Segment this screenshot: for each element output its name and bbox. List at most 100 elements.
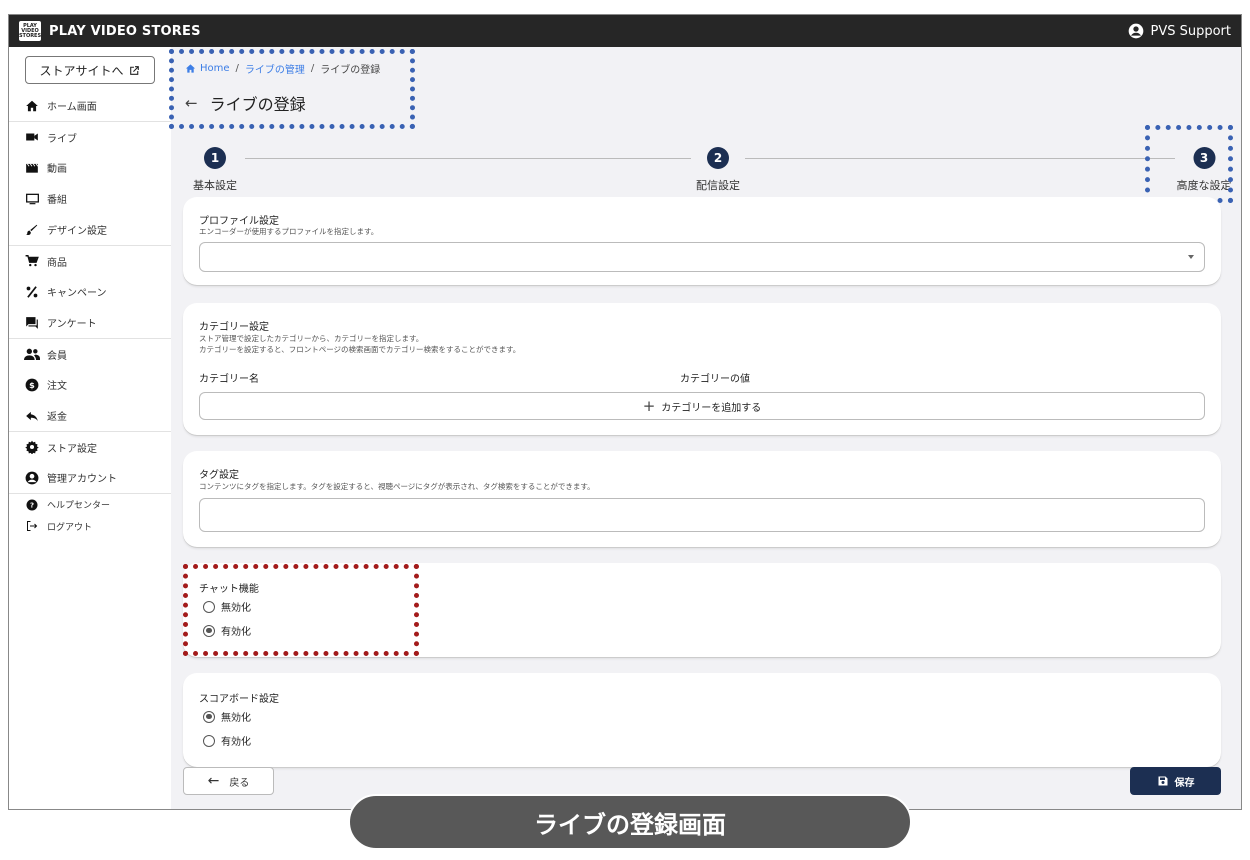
sidebar-item-live[interactable]: ライブ [9, 121, 171, 152]
gear-icon [23, 438, 41, 456]
profile-title: プロファイル設定 [199, 216, 279, 227]
cart-icon [23, 252, 41, 270]
videocam-icon [23, 128, 41, 146]
sidebar-item-label: ホーム画面 [47, 102, 97, 113]
sidebar-item-label: 注文 [47, 381, 67, 392]
sidebar-item-label: 動画 [47, 164, 67, 175]
tags-card: タグ設定 コンテンツにタグを指定します。タグを設定すると、視聴ページにタグが表示… [183, 451, 1221, 547]
sidebar-item-label: ライブ [47, 133, 77, 145]
sidebar-item-program[interactable]: 番組 [9, 183, 171, 214]
sidebar-item-home[interactable]: ホーム画面 [9, 90, 171, 121]
sidebar-item-label: デザイン設定 [47, 226, 107, 237]
save-icon [1158, 776, 1167, 786]
sidebar-item-survey[interactable]: アンケート [9, 307, 171, 338]
step-delivery[interactable]: 2 配信設定 [696, 147, 740, 193]
sidebar-item-design[interactable]: デザイン設定 [9, 214, 171, 245]
add-category-button[interactable]: + カテゴリーを追加する [199, 392, 1205, 420]
sidebar-item-label: 商品 [47, 257, 67, 269]
step-label: 配信設定 [696, 179, 740, 192]
top-bar: PLAY VIDEO STORES PLAY VIDEO STORES PVS … [9, 15, 1241, 47]
percent-icon [23, 283, 41, 301]
app-title: PLAY VIDEO STORES [49, 23, 201, 39]
stepper: 1 基本設定 2 配信設定 3 高度な設定 [193, 147, 1241, 197]
people-icon [23, 345, 41, 363]
account-circle-icon [1129, 23, 1144, 39]
sidebar-item-products[interactable]: 商品 [9, 245, 171, 276]
category-title: カテゴリー設定 [199, 322, 269, 333]
tags-title: タグ設定 [199, 470, 239, 481]
arrow-left-icon: ← [207, 773, 220, 789]
sidebar-item-orders[interactable]: $ 注文 [9, 369, 171, 400]
back-button-label: 戻る [229, 777, 250, 789]
sidebar-nav: ホーム画面 ライブ 動画 番組 デザイン設定 商品 キャンペーン アンケート 会… [9, 90, 171, 537]
step-basic[interactable]: 1 基本設定 [193, 147, 237, 193]
scoreboard-option-on[interactable]: 有効化 [203, 733, 251, 748]
profile-card: プロファイル設定 エンコーダーが使用するプロファイルを指定します。 [183, 197, 1221, 285]
sidebar-item-label: 返金 [47, 412, 67, 423]
store-site-button[interactable]: ストアサイトへ [25, 56, 155, 84]
category-column-value: カテゴリーの値 [680, 374, 750, 385]
sidebar-item-logout[interactable]: ログアウト [9, 515, 171, 537]
sidebar-item-video[interactable]: 動画 [9, 152, 171, 183]
scoreboard-option-off[interactable]: 無効化 [203, 709, 251, 724]
scoreboard-card: スコアボード設定 無効化 有効化 [183, 673, 1221, 767]
tags-input[interactable] [199, 498, 1205, 532]
logo: PLAY VIDEO STORES [19, 21, 41, 41]
back-button[interactable]: ← 戻る [183, 767, 274, 795]
step-number: 1 [204, 147, 226, 169]
logout-icon [23, 517, 41, 535]
scoreboard-option-on-label: 有効化 [221, 737, 251, 748]
caret-down-icon [1188, 255, 1194, 259]
radio-selected[interactable] [203, 710, 215, 723]
radio-on[interactable] [203, 734, 215, 747]
brush-icon [23, 221, 41, 239]
sidebar-item-campaign[interactable]: キャンペーン [9, 276, 171, 307]
save-button[interactable]: 保存 [1130, 767, 1221, 795]
user-menu[interactable]: PVS Support [1128, 23, 1231, 39]
dollar-icon: $ [23, 376, 41, 394]
plus-icon: + [642, 397, 656, 415]
main-content: Home / ライブの管理 / ライブの登録 ← ライブの登録 1 基本設定 2… [169, 47, 1241, 809]
app-window: PLAY VIDEO STORES PLAY VIDEO STORES PVS … [8, 14, 1242, 810]
sidebar-item-label: ヘルプセンター [47, 501, 111, 511]
store-site-label: ストアサイトへ [39, 63, 124, 78]
svg-text:?: ? [30, 501, 34, 509]
home-icon [23, 97, 41, 115]
sidebar-item-label: ログアウト [47, 522, 93, 533]
save-button-label: 保存 [1174, 777, 1195, 789]
chat-icon [23, 314, 41, 332]
sidebar-item-refund[interactable]: 返金 [9, 400, 171, 431]
category-card: カテゴリー設定 ストア管理で設定したカテゴリーから、カテゴリーを指定します。 カ… [183, 303, 1221, 435]
scoreboard-option-off-label: 無効化 [221, 713, 251, 724]
sidebar-item-admin-account[interactable]: 管理アカウント [9, 462, 171, 493]
movie-icon [23, 159, 41, 177]
scoreboard-title: スコアボード設定 [199, 694, 279, 705]
highlight-chat [183, 564, 419, 656]
profile-select[interactable] [199, 242, 1205, 272]
svg-text:$: $ [29, 379, 35, 389]
category-desc-1: ストア管理で設定したカテゴリーから、カテゴリーを指定します。 [199, 334, 424, 343]
sidebar-item-label: 管理アカウント [47, 474, 117, 485]
caption-banner: ライブの登録画面 [348, 794, 912, 850]
sidebar-item-label: 会員 [47, 350, 67, 362]
open-in-new-icon [129, 65, 139, 75]
step-connector [745, 158, 1175, 159]
step-number: 2 [707, 147, 729, 169]
category-desc-2: カテゴリーを設定すると、フロントページの検索画面でカテゴリー検索をすることができ… [199, 345, 521, 354]
tags-desc: コンテンツにタグを指定します。タグを設定すると、視聴ページにタグが表示され、タグ… [199, 482, 595, 491]
sidebar-item-label: ストア設定 [47, 443, 97, 455]
monitor-icon [23, 190, 41, 208]
help-icon: ? [23, 496, 41, 514]
sidebar-item-store-settings[interactable]: ストア設定 [9, 431, 171, 462]
sidebar-item-label: アンケート [47, 319, 97, 330]
user-name: PVS Support [1150, 23, 1231, 39]
sidebar-item-help[interactable]: ? ヘルプセンター [9, 493, 171, 515]
reply-icon [23, 407, 41, 425]
step-connector [245, 158, 691, 159]
sidebar-item-label: 番組 [47, 195, 67, 206]
add-category-label: カテゴリーを追加する [661, 402, 762, 414]
category-column-name: カテゴリー名 [199, 374, 259, 385]
sidebar-item-members[interactable]: 会員 [9, 338, 171, 369]
account-icon [23, 469, 41, 487]
logo-text: PLAY VIDEO STORES [18, 22, 42, 39]
